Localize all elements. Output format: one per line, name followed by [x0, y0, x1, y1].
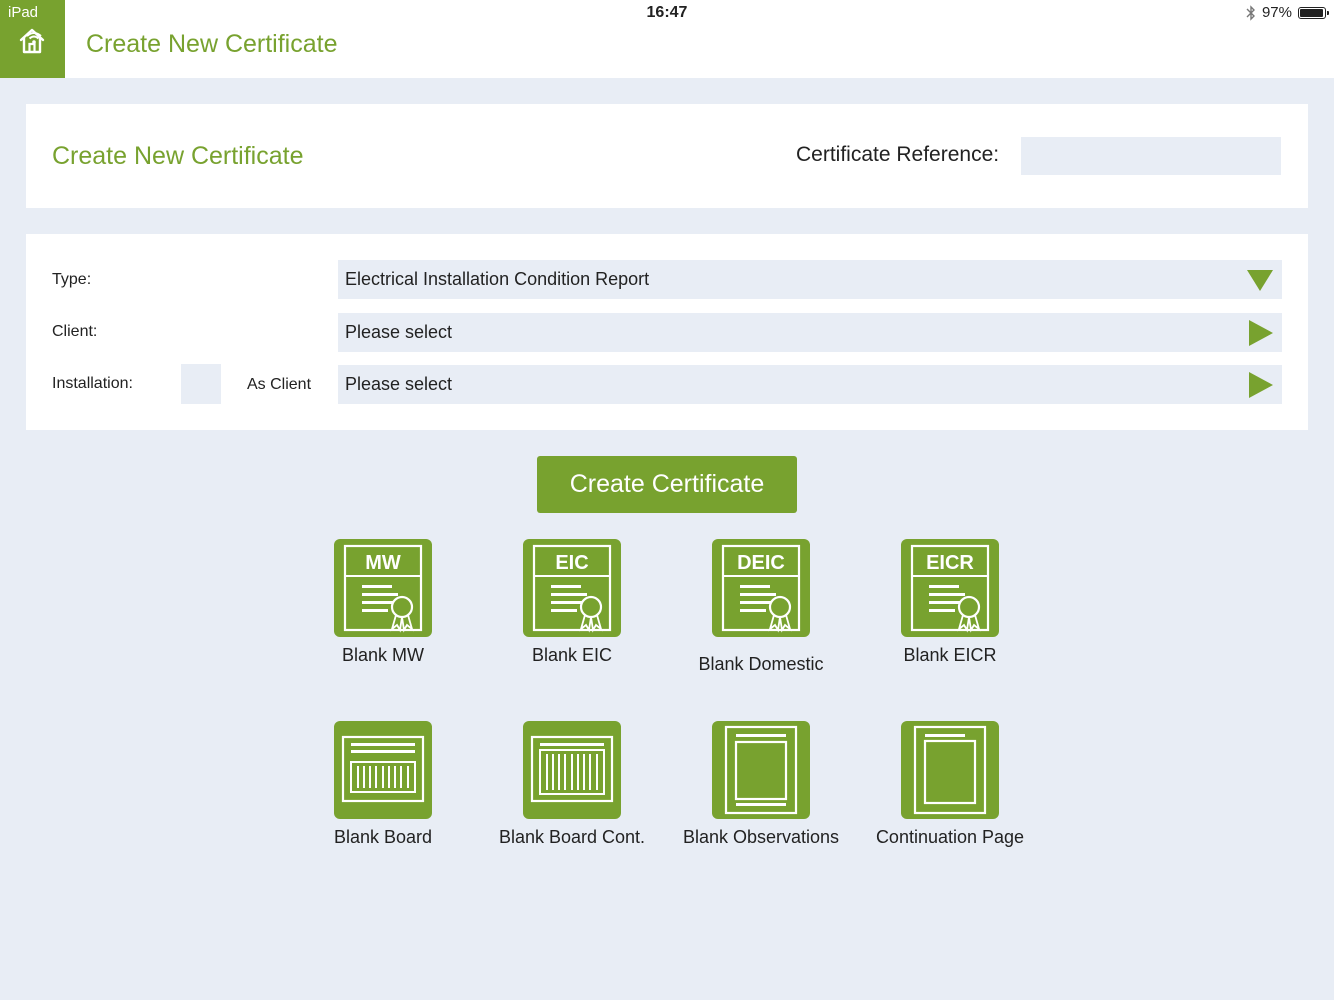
battery-percent: 97% [1261, 4, 1292, 21]
nav-title: Create New Certificate [86, 30, 338, 58]
certificate-icon: EICR [901, 539, 999, 637]
as-client-checkbox[interactable] [181, 364, 221, 404]
tile-blank-observations[interactable]: Blank Observations [666, 721, 856, 848]
tile-blank-mw[interactable]: MW Blank MW [288, 539, 478, 666]
tile-label: Blank Board [333, 827, 433, 847]
tile-label: Blank Domestic [698, 654, 824, 674]
as-client-label: As Client [247, 376, 312, 393]
certificate-icon: MW [334, 539, 432, 637]
status-time: 16:47 [646, 4, 688, 21]
battery-icon [1298, 6, 1329, 19]
type-value: Electrical Installation Condition Report [345, 269, 650, 289]
tile-blank-board-cont[interactable]: Blank Board Cont. [477, 721, 667, 848]
chevron-down-icon [1247, 270, 1273, 291]
tile-blank-eicr[interactable]: EICR Blank EICR [855, 539, 1045, 666]
tile-blank-board[interactable]: Blank Board [288, 721, 478, 848]
tile-badge: EIC [555, 552, 588, 574]
bluetooth-icon [1246, 4, 1255, 21]
client-value: Please select [345, 322, 453, 342]
certificate-form-card: Type: Electrical Installation Condition … [26, 234, 1308, 430]
observations-icon [712, 721, 810, 819]
certificate-icon: EIC [523, 539, 621, 637]
client-label: Client: [52, 323, 98, 340]
board-continuation-icon [523, 721, 621, 819]
navigation-bar: iPad 16:47 97% Create New Certificate [0, 0, 1334, 78]
type-select[interactable]: Electrical Installation Condition Report [338, 260, 1282, 299]
tile-continuation-page[interactable]: Continuation Page [855, 721, 1045, 848]
tile-blank-domestic[interactable]: DEIC Blank Domestic [666, 539, 856, 675]
tile-label: Blank MW [341, 645, 424, 665]
chevron-right-icon [1249, 372, 1273, 398]
create-certificate-button[interactable]: Create Certificate [537, 456, 797, 513]
installation-value: Please select [345, 374, 453, 394]
tile-label: Blank EICR [903, 645, 997, 665]
certificate-header-card: Create New Certificate Certificate Refer… [26, 104, 1308, 208]
tile-label: Blank Board Cont. [498, 827, 646, 847]
tile-label: Blank EIC [531, 645, 613, 665]
page-icon [901, 721, 999, 819]
type-label: Type: [52, 271, 92, 288]
installation-select[interactable]: Please select [338, 365, 1282, 404]
tile-badge: EICR [926, 552, 974, 574]
chevron-right-icon [1249, 320, 1273, 346]
board-icon [334, 721, 432, 819]
battery-fill [1300, 8, 1324, 17]
client-select[interactable]: Please select [338, 313, 1282, 352]
tile-label: Continuation Page [875, 827, 1025, 847]
tile-label: Blank Observations [682, 827, 840, 847]
certificate-reference-input[interactable] [1021, 137, 1281, 175]
certificate-icon: DEIC [712, 539, 810, 637]
installation-label: Installation: [52, 375, 133, 392]
status-right: 97% [1246, 4, 1329, 21]
tile-badge: MW [365, 552, 401, 574]
certificate-reference-label: Certificate Reference: [796, 143, 1000, 166]
home-icon [19, 28, 45, 54]
tile-blank-eic[interactable]: EIC Blank EIC [477, 539, 667, 666]
tile-badge: DEIC [737, 552, 785, 574]
card-title: Create New Certificate [52, 142, 304, 170]
